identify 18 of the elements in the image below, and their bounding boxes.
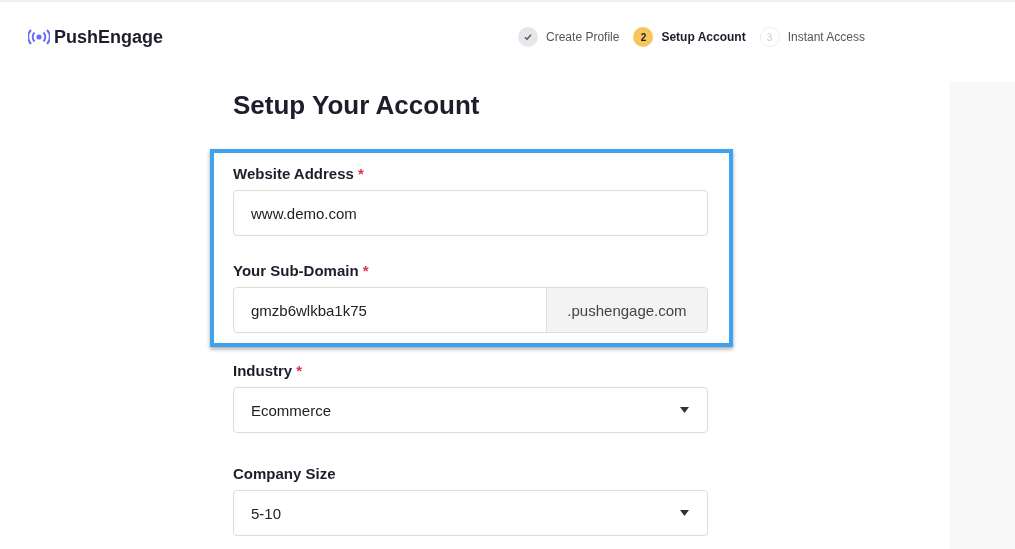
broadcast-icon	[28, 29, 50, 45]
field-label: Website Address *	[233, 165, 365, 182]
input-field[interactable]: www.demo.com	[233, 190, 708, 236]
field-label: Industry *	[233, 362, 304, 379]
page-title: Setup Your Account	[233, 90, 481, 121]
step-label: Instant Access	[787, 30, 865, 44]
logo-text: PushEngage	[54, 26, 164, 48]
dropdown[interactable]: 5-10	[233, 490, 708, 536]
step-label: Create Profile	[546, 30, 620, 44]
field-label: Company Size	[233, 465, 337, 482]
input-field[interactable]: gmzb6wlkba1k75 .pushengage.com	[233, 287, 708, 333]
dropdown[interactable]: Ecommerce	[233, 387, 708, 433]
domain-suffix: .pushengage.com	[546, 288, 707, 332]
step-number: 2	[633, 27, 654, 47]
step-label: Setup Account	[661, 30, 746, 44]
field-label: Your Sub-Domain *	[233, 262, 370, 279]
caret-icon	[680, 510, 689, 516]
caret-icon	[680, 407, 689, 413]
